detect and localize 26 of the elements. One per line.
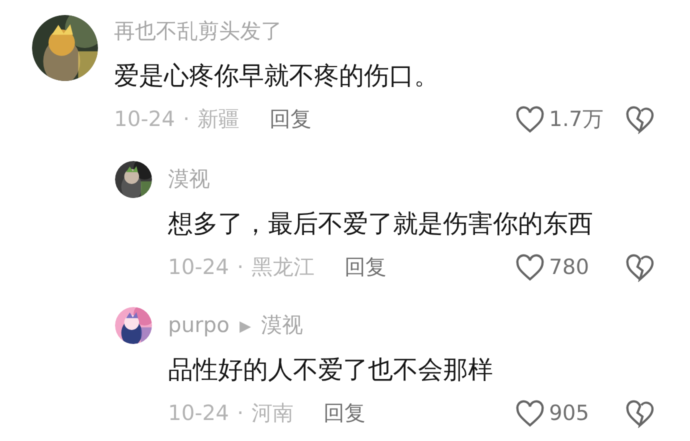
username[interactable]: 漠视	[261, 310, 303, 342]
username[interactable]: 漠视	[168, 164, 210, 196]
like-count: 1.7万	[549, 106, 604, 134]
reply-button[interactable]: 回复	[270, 104, 312, 136]
comment-location: 黑龙江	[252, 254, 315, 282]
comment-date: 10-24	[114, 106, 176, 134]
like-count: 780	[549, 254, 590, 282]
comment-date: 10-24	[168, 400, 230, 428]
reply-button[interactable]: 回复	[324, 398, 366, 430]
comment-text: 想多了，最后不爱了就是伤害你的东西	[168, 208, 593, 240]
username[interactable]: 再也不乱剪头发了	[114, 16, 282, 48]
comment-location: 河南	[252, 400, 294, 428]
separator-dot: ·	[237, 254, 244, 282]
heart-icon[interactable]	[515, 254, 545, 282]
comment-date: 10-24	[168, 254, 230, 282]
comment-location: 新疆	[198, 106, 240, 134]
heart-icon[interactable]	[515, 400, 545, 428]
separator-dot: ·	[237, 400, 244, 428]
reply-button[interactable]: 回复	[344, 252, 387, 284]
username[interactable]: purpo	[168, 310, 230, 342]
like-count: 905	[549, 400, 590, 428]
heart-icon[interactable]	[515, 106, 545, 134]
comment-text: 爱是心疼你早就不疼的伤口。	[114, 60, 439, 92]
separator-dot: ·	[183, 106, 190, 134]
reply-arrow-icon: ▶	[239, 314, 251, 338]
comment-text: 品性好的人不爱了也不会那样	[168, 354, 493, 386]
